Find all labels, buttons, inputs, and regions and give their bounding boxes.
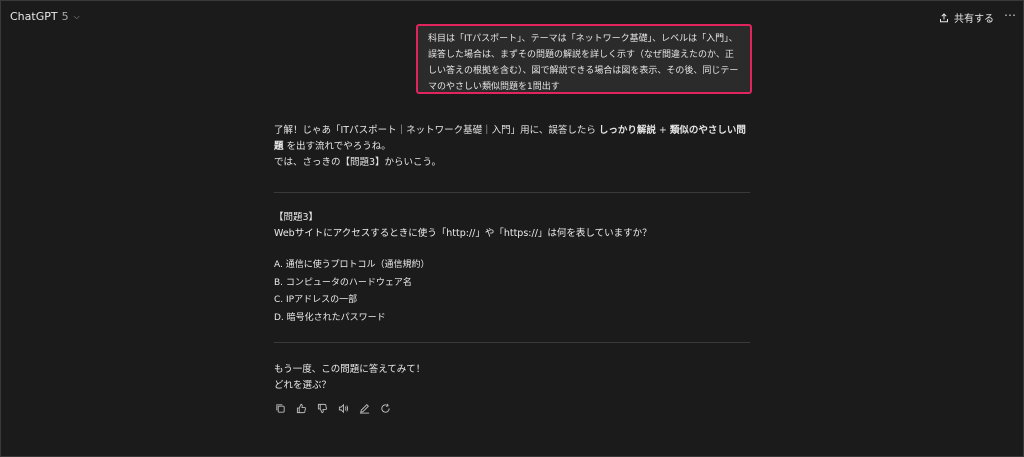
question-title: 【問題3】 bbox=[274, 212, 319, 223]
choice-d: D. 暗号化されたパスワード bbox=[274, 312, 386, 323]
user-message-text: 科目は「ITパスポート」、テーマは「ネットワーク基礎」、レベルは「入門」、誤答し… bbox=[428, 34, 739, 92]
question-block: 【問題3】 Webサイトにアクセスするときに使う「http://」や「https… bbox=[274, 210, 754, 242]
model-version: 5 bbox=[61, 10, 69, 23]
edit-icon[interactable] bbox=[358, 402, 370, 414]
divider bbox=[274, 192, 750, 193]
closing-line-1: もう一度、この問題に答えてみて！ bbox=[274, 364, 426, 375]
closing-block: もう一度、この問題に答えてみて！ どれを選ぶ？ bbox=[274, 362, 754, 394]
model-selector[interactable]: ChatGPT 5 ⌵ bbox=[10, 10, 80, 23]
intro-bold-explanation: しっかり解説 bbox=[598, 125, 656, 136]
closing-line-2: どれを選ぶ？ bbox=[274, 380, 332, 391]
speaker-icon[interactable] bbox=[337, 402, 349, 414]
chevron-down-icon: ⌵ bbox=[73, 11, 80, 21]
copy-icon[interactable] bbox=[274, 402, 286, 414]
choice-a: A. 通信に使うプロトコル（通信規約） bbox=[274, 260, 430, 270]
user-message-bubble: 科目は「ITパスポート」、テーマは「ネットワーク基礎」、レベルは「入門」、誤答し… bbox=[416, 24, 752, 94]
message-actions bbox=[274, 402, 391, 414]
divider bbox=[274, 342, 750, 343]
choice-c: C. IPアドレスの一部 bbox=[274, 295, 358, 305]
intro-line-2: では、さっきの【問題3】からいこう。 bbox=[274, 157, 441, 168]
regenerate-icon[interactable] bbox=[379, 402, 391, 414]
more-options-icon[interactable]: ⋯ bbox=[1004, 8, 1016, 22]
intro-text-1: 了解！じゃあ「ITパスポート｜ネットワーク基礎｜入門」用に、誤答したら bbox=[274, 125, 599, 136]
thumbs-down-icon[interactable] bbox=[316, 402, 328, 414]
share-button[interactable]: 共有する bbox=[939, 10, 994, 25]
thumbs-up-icon[interactable] bbox=[295, 402, 307, 414]
share-label: 共有する bbox=[954, 14, 994, 25]
intro-plus: + bbox=[655, 125, 670, 136]
question-text: Webサイトにアクセスするときに使う「http://」や「https://」は何… bbox=[274, 228, 652, 239]
intro-text-2: を出す流れでやろうね。 bbox=[283, 141, 391, 152]
choices-list: A. 通信に使うプロトコル（通信規約） B. コンピュータのハードウェア名 C.… bbox=[274, 257, 754, 327]
app-name: ChatGPT bbox=[10, 10, 58, 23]
choice-b: B. コンピュータのハードウェア名 bbox=[274, 277, 412, 288]
intro-line-1: 了解！じゃあ「ITパスポート｜ネットワーク基礎｜入門」用に、誤答したら しっかり… bbox=[274, 123, 754, 155]
assistant-intro: 了解！じゃあ「ITパスポート｜ネットワーク基礎｜入門」用に、誤答したら しっかり… bbox=[274, 123, 754, 171]
share-icon bbox=[940, 12, 948, 22]
